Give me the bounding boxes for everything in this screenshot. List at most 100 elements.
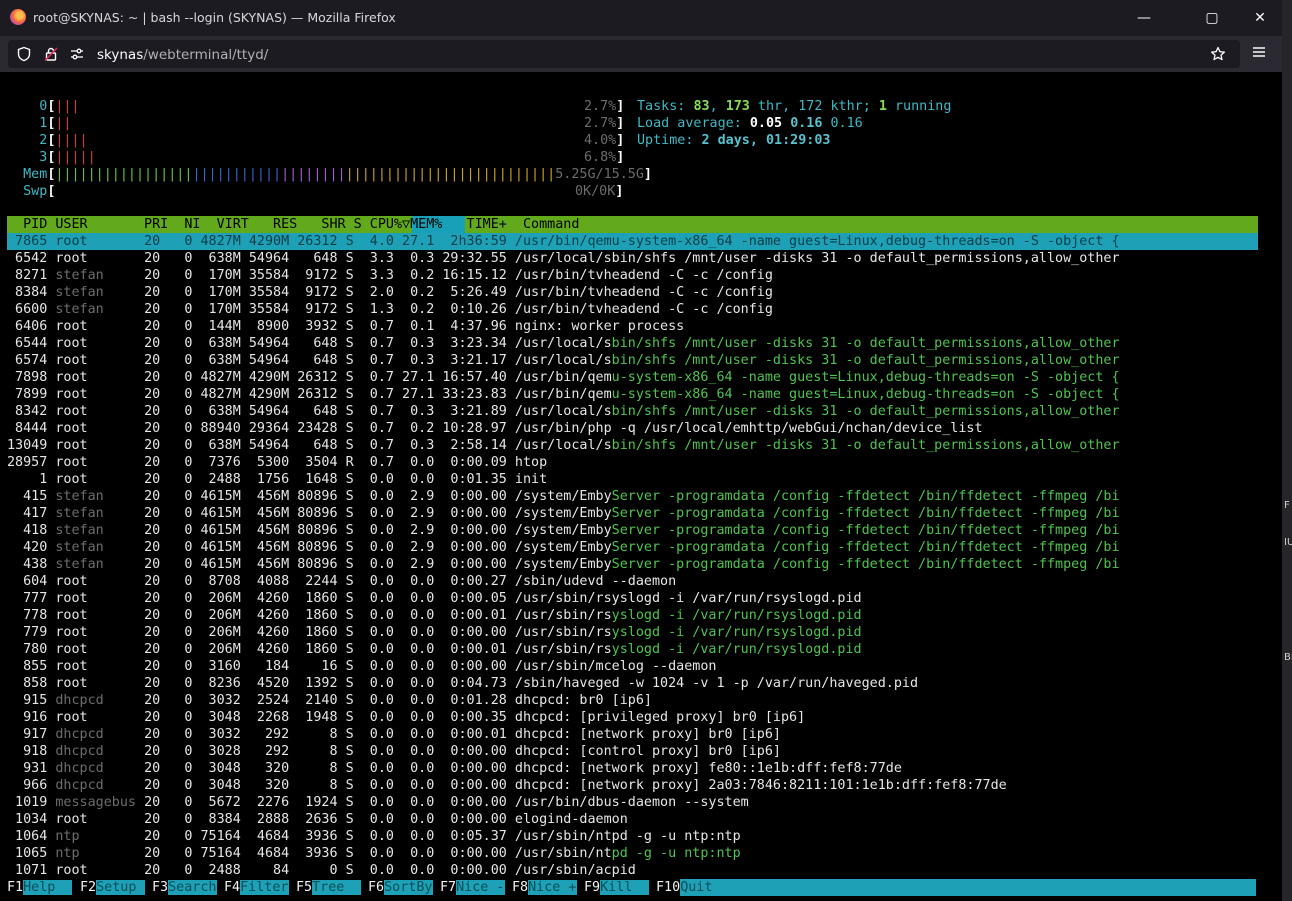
- process-row[interactable]: 6406 root 20 0 144M 8900 3932 S 0.7 0.1 …: [7, 318, 1258, 335]
- process-command: u-system-x86_64 -name guest=Linux,debug-…: [611, 387, 1120, 402]
- process-command: yslogd -i /var/run/rsyslogd.pid: [611, 608, 862, 623]
- process-row[interactable]: 780 root 20 0 206M 4260 1860 S 0.0 0.0 0…: [7, 641, 1258, 658]
- process-row[interactable]: 7899 root 20 0 4827M 4290M 26312 S 0.7 2…: [7, 386, 1258, 403]
- process-row[interactable]: 916 root 20 0 3048 2268 1948 S 0.0 0.0 0…: [7, 709, 1258, 726]
- cpu-meter-value: 4.0%]: [584, 133, 625, 148]
- close-button[interactable]: ✕: [1238, 6, 1282, 30]
- process-row[interactable]: 779 root 20 0 206M 4260 1860 S 0.0 0.0 0…: [7, 624, 1258, 641]
- process-row[interactable]: 966 dhcpcd 20 0 3048 320 8 S 0.0 0.0 0:0…: [7, 777, 1258, 794]
- process-row[interactable]: 915 dhcpcd 20 0 3032 2524 2140 S 0.0 0.0…: [7, 692, 1258, 709]
- process-stats: 20 0 88940 29364 23428 S 0.7 0.2 10:28.9…: [144, 421, 612, 436]
- terminal[interactable]: 0[||| 2.7%] 1[|| 2.7%] 2[|||| 4.0%] 3[||…: [0, 72, 1282, 901]
- f9-kill-key[interactable]: F9Kill: [584, 879, 649, 896]
- process-row[interactable]: 6542 root 20 0 638M 54964 648 S 3.3 0.3 …: [7, 250, 1258, 267]
- process-row[interactable]: 418 stefan 20 0 4615M 456M 80896 S 0.0 2…: [7, 522, 1258, 539]
- process-row[interactable]: 8444 root 20 0 88940 29364 23428 S 0.7 0…: [7, 420, 1258, 437]
- sort-column-cpu[interactable]: CPU%▽: [370, 217, 410, 232]
- process-user: dhcpcd: [55, 761, 145, 776]
- process-pid: 7865: [7, 234, 56, 249]
- process-row[interactable]: 8384 stefan 20 0 170M 35584 9172 S 2.0 0…: [7, 284, 1258, 301]
- process-pid: 604: [7, 574, 56, 589]
- process-row[interactable]: 777 root 20 0 206M 4260 1860 S 0.0 0.0 0…: [7, 590, 1258, 607]
- f5-tree-key[interactable]: F5Tree: [296, 879, 361, 896]
- process-row[interactable]: 1034 root 20 0 8384 2888 2636 S 0.0 0.0 …: [7, 811, 1258, 828]
- process-row[interactable]: 855 root 20 0 3160 184 16 S 0.0 0.0 0:00…: [7, 658, 1258, 675]
- process-row[interactable]: 858 root 20 0 8236 4520 1392 S 0.0 0.0 0…: [7, 675, 1258, 692]
- process-pid: 1064: [7, 829, 56, 844]
- f2-setup-key[interactable]: F2Setup: [80, 879, 145, 896]
- url-text[interactable]: skynas/webterminal/ttyd/: [97, 47, 268, 63]
- process-user: root: [55, 642, 145, 657]
- process-pid: 6600: [7, 302, 56, 317]
- process-stats: 20 0 4827M 4290M 26312 S 0.7 27.1 33:23.…: [144, 387, 612, 402]
- process-stats: 20 0 206M 4260 1860 S 0.0 0.0 0:00.01 /u…: [144, 608, 612, 623]
- window-title: root@SKYNAS: ~ | bash --login (SKYNAS) —…: [33, 10, 396, 25]
- process-pid: 8444: [7, 421, 56, 436]
- process-stats: 20 0 4827M 4290M 26312 S 4.0 27.1 2h36:5…: [144, 234, 612, 249]
- cpu-meter: 2[||||: [39, 133, 88, 148]
- process-row[interactable]: 420 stefan 20 0 4615M 456M 80896 S 0.0 2…: [7, 539, 1258, 556]
- process-user: dhcpcd: [55, 727, 145, 742]
- process-row[interactable]: 918 dhcpcd 20 0 3028 292 8 S 0.0 0.0 0:0…: [7, 743, 1258, 760]
- swap-meter-value: 0K/0K]: [575, 184, 624, 199]
- process-user: stefan: [55, 268, 145, 283]
- background-text-fragment: F: [1284, 500, 1290, 511]
- background-window-strip: F IU BI: [1282, 0, 1292, 901]
- f3-search-key[interactable]: F3Search: [152, 879, 217, 896]
- process-user: root: [55, 455, 145, 470]
- f1-help-key[interactable]: F1Help: [7, 879, 72, 896]
- process-row[interactable]: 7898 root 20 0 4827M 4290M 26312 S 0.7 2…: [7, 369, 1258, 386]
- process-row[interactable]: 778 root 20 0 206M 4260 1860 S 0.0 0.0 0…: [7, 607, 1258, 624]
- process-row[interactable]: 28957 root 20 0 7376 5300 3504 R 0.7 0.0…: [7, 454, 1258, 471]
- process-row[interactable]: 6574 root 20 0 638M 54964 648 S 0.7 0.3 …: [7, 352, 1258, 369]
- f8-nice-plus-key[interactable]: F8Nice +: [512, 879, 577, 896]
- process-row[interactable]: 415 stefan 20 0 4615M 456M 80896 S 0.0 2…: [7, 488, 1258, 505]
- process-row[interactable]: 8342 root 20 0 638M 54964 648 S 0.7 0.3 …: [7, 403, 1258, 420]
- process-row[interactable]: 931 dhcpcd 20 0 3048 320 8 S 0.0 0.0 0:0…: [7, 760, 1258, 777]
- process-row[interactable]: 917 dhcpcd 20 0 3032 292 8 S 0.0 0.0 0:0…: [7, 726, 1258, 743]
- swap-meter: Swp[: [23, 184, 56, 199]
- f4-filter-key[interactable]: F4Filter: [224, 879, 289, 896]
- process-user: root: [55, 472, 145, 487]
- process-row[interactable]: 6600 stefan 20 0 170M 35584 9172 S 1.3 0…: [7, 301, 1258, 318]
- process-command: on: [611, 812, 628, 827]
- f7-nice-minus-key[interactable]: F7Nice -: [440, 879, 505, 896]
- shield-icon[interactable]: [16, 46, 32, 62]
- url-bar[interactable]: skynas/webterminal/ttyd/: [8, 40, 1240, 68]
- process-row[interactable]: 6544 root 20 0 638M 54964 648 S 0.7 0.3 …: [7, 335, 1258, 352]
- process-row[interactable]: 1064 ntp 20 0 75164 4684 3936 S 0.0 0.0 …: [7, 828, 1258, 845]
- process-user: root: [55, 387, 145, 402]
- process-row[interactable]: 1065 ntp 20 0 75164 4684 3936 S 0.0 0.0 …: [7, 845, 1258, 862]
- bookmark-star-icon[interactable]: [1210, 46, 1226, 62]
- process-stats: 20 0 3028 292 8 S 0.0 0.0 0:00.00 dhcpcd…: [144, 744, 612, 759]
- process-table-header-text[interactable]: PID USER PRI NI VIRT RES SHR S CPU%▽MEM%…: [7, 216, 579, 233]
- process-user: messagebus: [55, 795, 145, 810]
- background-text-fragment: IU: [1284, 537, 1292, 548]
- menu-icon[interactable]: [1250, 44, 1268, 62]
- process-user: root: [55, 659, 145, 674]
- process-command: vileged proxy] br0 [ip6]: [611, 710, 806, 725]
- process-row-selected[interactable]: 7865 root 20 0 4827M 4290M 26312 S 4.0 2…: [7, 233, 1258, 250]
- process-row[interactable]: 438 stefan 20 0 4615M 456M 80896 S 0.0 2…: [7, 556, 1258, 573]
- process-row[interactable]: 13049 root 20 0 638M 54964 648 S 0.7 0.3…: [7, 437, 1258, 454]
- process-pid: 6544: [7, 336, 56, 351]
- process-pid: 779: [7, 625, 56, 640]
- maximize-button[interactable]: ▢: [1190, 6, 1234, 30]
- minimize-button[interactable]: —: [1122, 6, 1166, 30]
- f10-quit-key[interactable]: F10Quit: [656, 879, 1258, 896]
- process-row[interactable]: 1019 messagebus 20 0 5672 2276 1924 S 0.…: [7, 794, 1258, 811]
- process-row[interactable]: 8271 stefan 20 0 170M 35584 9172 S 3.3 0…: [7, 267, 1258, 284]
- f6-sortby-key[interactable]: F6SortBy: [368, 879, 433, 896]
- permissions-icon[interactable]: [69, 46, 85, 62]
- process-user: root: [55, 421, 145, 436]
- tasks-summary: Tasks: 83, 173 thr, 172 kthr; 1 running: [637, 99, 952, 114]
- process-command: u-system-x86_64 -name guest=Linux,debug-…: [611, 370, 1120, 385]
- process-row[interactable]: 1071 root 20 0 2488 84 0 S 0.0 0.0 0:00.…: [7, 862, 1258, 879]
- process-command: u-system-x86_64 -name guest=Linux,debug-…: [611, 234, 1120, 249]
- process-stats: 20 0 2488 1756 1648 S 0.0 0.0 0:01.35 in…: [144, 472, 548, 487]
- lock-icon[interactable]: [43, 46, 59, 62]
- process-row[interactable]: 1 root 20 0 2488 1756 1648 S 0.0 0.0 0:0…: [7, 471, 1258, 488]
- process-row[interactable]: 417 stefan 20 0 4615M 456M 80896 S 0.0 2…: [7, 505, 1258, 522]
- process-row[interactable]: 604 root 20 0 8708 4088 2244 S 0.0 0.0 0…: [7, 573, 1258, 590]
- process-user: stefan: [55, 489, 145, 504]
